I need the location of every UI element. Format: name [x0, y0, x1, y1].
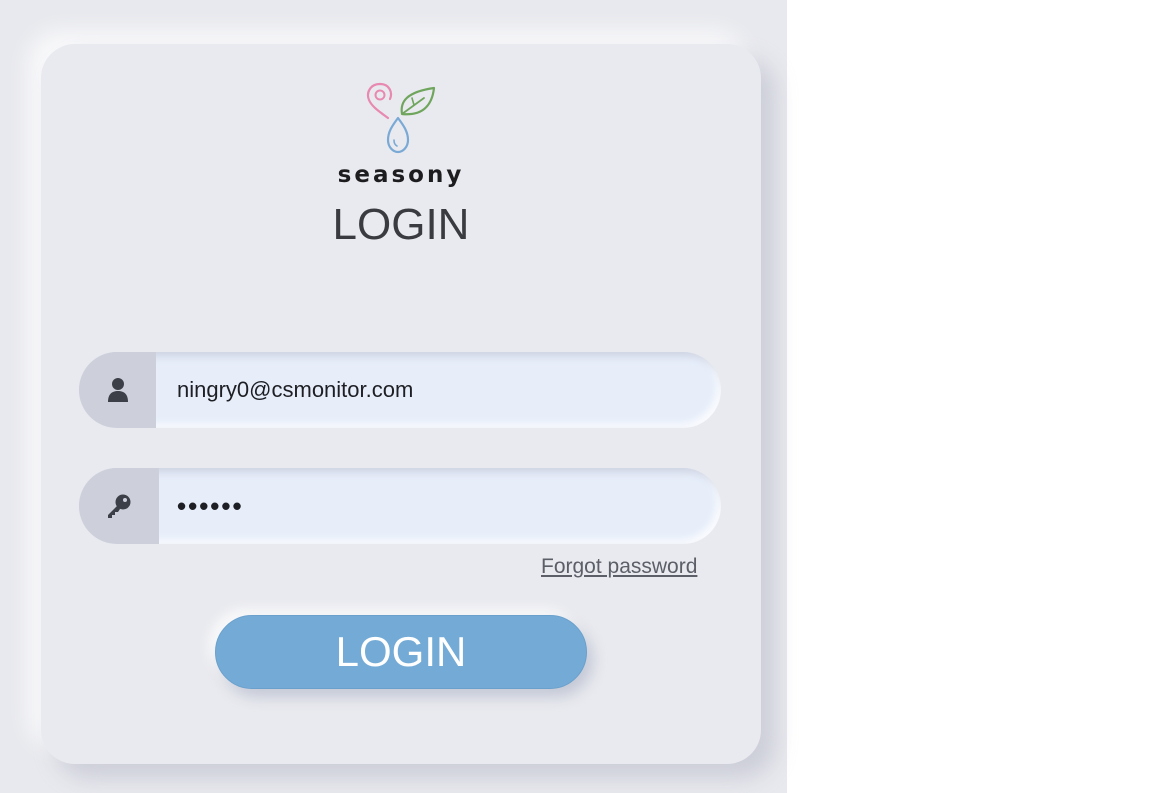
forgot-password-link[interactable]: Forgot password	[541, 555, 697, 579]
key-icon	[108, 494, 131, 518]
key-icon-container	[79, 468, 159, 544]
user-icon	[107, 378, 128, 402]
password-input[interactable]: ••••••	[177, 468, 244, 544]
email-input[interactable]: ningry0@csmonitor.com	[177, 352, 413, 428]
page-title: LOGIN	[332, 200, 470, 249]
login-button[interactable]: LOGIN	[215, 615, 587, 689]
seasony-logo-icon	[366, 82, 436, 154]
email-field[interactable]: ningry0@csmonitor.com	[79, 352, 721, 428]
user-icon-container	[79, 352, 156, 428]
brand-name: seasony	[337, 162, 465, 188]
password-field[interactable]: ••••••	[79, 468, 721, 544]
left-panel: seasony LOGIN ningry0@csmonitor.com ••••…	[0, 0, 787, 793]
